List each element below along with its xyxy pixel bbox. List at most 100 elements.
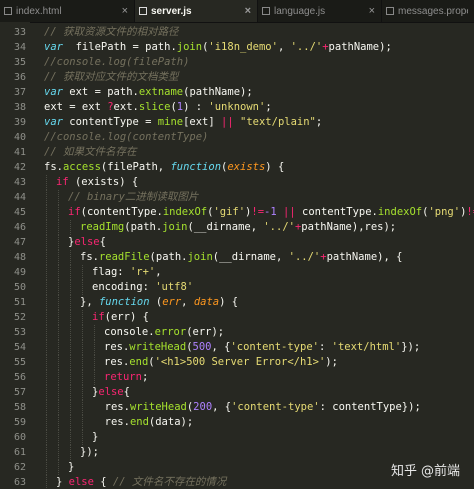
close-icon[interactable]: × (369, 5, 375, 17)
code-line[interactable]: // 获取对应文件的文档类型 (44, 70, 178, 85)
code-token: pathName),res); (301, 221, 397, 233)
code-line[interactable]: //console.log(filePath) (44, 55, 189, 70)
code-token: : contentType}); (319, 401, 421, 413)
code-line[interactable]: ext = ext ?ext.slice(1) : 'unknown'; (44, 100, 272, 115)
code-line[interactable]: console.error(err); (104, 325, 224, 340)
code-token: != (251, 206, 265, 218)
indent-guide (46, 310, 47, 325)
code-token: //console.log(filePath) (44, 56, 190, 68)
tab-index-html[interactable]: index.html × (0, 0, 135, 22)
code-token: (filePath, (100, 161, 171, 173)
code-line[interactable]: }, function (err, data) { (80, 295, 238, 310)
code-line[interactable]: res.end('<h1>500 Server Error</h1>'); (104, 355, 338, 370)
indent-guide (70, 355, 71, 370)
code-token: console. (104, 326, 155, 338)
indent-guide (58, 295, 59, 310)
code-token: }); (401, 341, 421, 353)
code-token: , (155, 266, 162, 278)
code-token: 'unknown' (208, 101, 266, 113)
code-editor[interactable]: 33 34 35 36 37 38 39 40 41 42 43 44 45 46 47 48 49 50 51 52… (0, 22, 474, 489)
code-line[interactable]: fs.access(filePath, function(exists) { (44, 160, 284, 175)
code-token: (data); (148, 416, 194, 428)
code-token: , { (212, 401, 232, 413)
indent-guide (82, 265, 83, 280)
code-line[interactable]: // 如果文件名存在 (44, 145, 136, 160)
code-line[interactable]: if(contentType.indexOf('gif')!=-1 || con… (68, 205, 474, 220)
line-number: 51 (13, 297, 26, 308)
code-line[interactable]: } (68, 460, 74, 475)
indent-guide (70, 445, 71, 460)
code-token: function (98, 296, 150, 308)
code-token: else (98, 386, 124, 398)
code-token: : (318, 341, 332, 353)
code-token: fs. (44, 161, 63, 173)
code-line[interactable]: } (92, 430, 98, 445)
indent-guide (58, 250, 59, 265)
indent-guide (70, 400, 71, 415)
code-token: , { (211, 341, 231, 353)
code-line[interactable]: var contentType = mine[ext] || "text/pla… (44, 115, 322, 130)
code-line[interactable]: //console.log(contentType) (44, 130, 208, 145)
indent-guide (58, 265, 59, 280)
indent-guide (58, 280, 59, 295)
code-token: '<h1>500 Server Error</h1>' (154, 356, 326, 368)
tab-bar: index.html × server.js × language.js × m… (0, 0, 474, 23)
code-token: var (44, 86, 63, 98)
code-token: (exists) { (68, 176, 139, 188)
indent-guide (82, 400, 83, 415)
tab-server-js[interactable]: server.js × (135, 0, 258, 22)
code-token: } (68, 461, 75, 473)
code-line[interactable]: fs.readFile(path.join(__dirname, '../'+p… (80, 250, 402, 265)
code-line[interactable]: return; (104, 370, 148, 385)
tab-messages-properties[interactable]: messages.properties (382, 0, 474, 22)
code-line[interactable]: }else{ (92, 385, 130, 400)
line-number: 46 (13, 222, 26, 233)
code-line[interactable]: // binary二进制读取图片 (68, 190, 198, 205)
indent-guide (58, 235, 59, 250)
indent-guide (70, 370, 71, 385)
code-line[interactable]: readImg(path.join(__dirname, '../'+pathN… (80, 220, 396, 235)
code-token: res. (104, 356, 130, 368)
code-token: err (162, 296, 182, 308)
line-number: 49 (13, 267, 26, 278)
indent-guide (94, 340, 95, 355)
code-line[interactable]: }); (80, 445, 99, 460)
code-line[interactable]: if (exists) { (56, 175, 138, 190)
indent-guide (46, 400, 47, 415)
tab-language-js[interactable]: language.js × (258, 0, 382, 22)
code-line[interactable]: res.writeHead(500, {'content-type': 'tex… (104, 340, 420, 355)
code-token: end (129, 356, 149, 368)
code-token: access (62, 161, 101, 173)
code-token: { (123, 386, 130, 398)
code-token: != (466, 206, 474, 218)
code-line[interactable]: // 获取资源文件的相对路径 (44, 25, 178, 40)
indent-guide (70, 265, 71, 280)
line-number: 36 (13, 72, 26, 83)
close-icon[interactable]: × (122, 5, 128, 17)
code-token: ext. (113, 101, 139, 113)
code-line[interactable]: if(err) { (92, 310, 149, 325)
close-icon[interactable]: × (245, 5, 251, 17)
code-line[interactable]: }else{ (68, 235, 106, 250)
code-line[interactable]: res.end(data); (92, 415, 194, 430)
code-token: , (277, 41, 291, 53)
watermark: 知乎 @前端 (391, 460, 460, 479)
code-token: '../' (288, 251, 321, 263)
line-number: 60 (13, 432, 26, 443)
file-icon (386, 7, 394, 15)
indent-guide (46, 280, 47, 295)
code-token: (err) { (104, 311, 149, 323)
indent-guide (46, 175, 47, 190)
code-line[interactable]: flag: 'r+', (92, 265, 162, 280)
code-token: readImg (80, 221, 125, 233)
code-line[interactable]: var filePath = path.join('i18n_demo', '.… (44, 40, 392, 55)
code-line[interactable]: encoding: 'utf8' (92, 280, 193, 295)
code-token: path (107, 86, 133, 98)
indent-guide (46, 325, 47, 340)
code-line[interactable]: var ext = path.extname(pathName); (44, 85, 253, 100)
code-token: "text/plain" (233, 116, 316, 128)
code-line[interactable]: } else { // 文件名不存在的情况 (56, 475, 226, 489)
code-line[interactable]: res.writeHead(200, {'content-type': cont… (92, 400, 421, 415)
code-token: writeHead (129, 341, 187, 353)
indent-guide (46, 190, 47, 205)
